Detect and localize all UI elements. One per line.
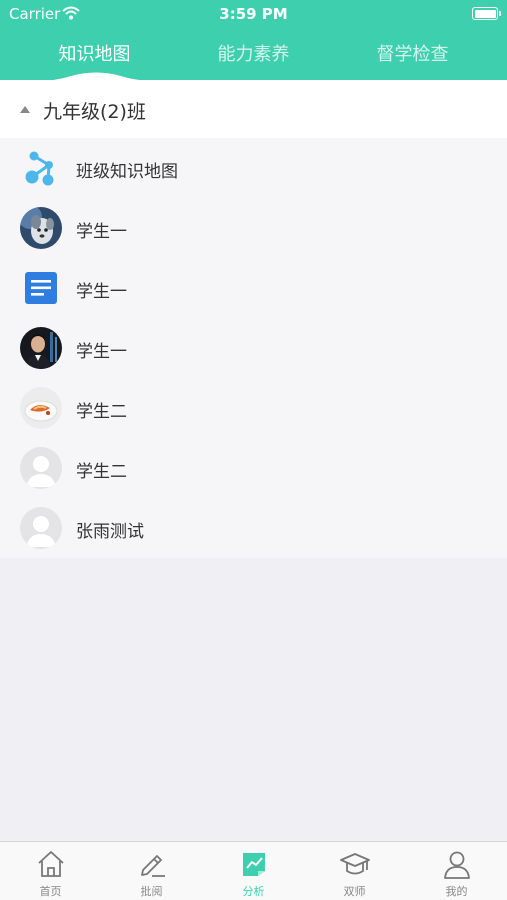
tab-knowledge-map[interactable]: 知识地图 — [10, 40, 179, 66]
list-item-label: 学生一 — [76, 222, 127, 242]
default-avatar — [20, 507, 62, 549]
list-item[interactable]: 学生一 — [0, 258, 507, 318]
nav-home[interactable]: 首页 — [0, 842, 101, 900]
list-item-label: 学生一 — [76, 282, 127, 302]
list-item-label: 学生二 — [76, 462, 127, 482]
list-item-label: 班级知识地图 — [76, 162, 178, 182]
nav-mine[interactable]: 我的 — [406, 842, 507, 900]
document-icon — [20, 267, 62, 309]
list-item-label: 学生二 — [76, 402, 127, 422]
header: Carrier 3:59 PM 知识地图 能力素养 督学检查 — [0, 0, 507, 81]
list-item-label: 学生一 — [76, 342, 127, 362]
nav-label: 首页 — [39, 885, 62, 898]
list-item-label: 张雨测试 — [76, 522, 144, 542]
list-item[interactable]: 学生一 — [0, 198, 507, 258]
tab-ability[interactable]: 能力素养 — [169, 40, 338, 66]
list-item[interactable]: 学生二 — [0, 378, 507, 438]
man-photo-avatar — [20, 327, 62, 369]
dog-photo-avatar — [20, 207, 62, 249]
nav-analysis[interactable]: 分析 — [203, 842, 304, 900]
nav-label: 分析 — [242, 885, 265, 898]
knowledge-map-icon — [20, 147, 62, 189]
class-title: 九年级(2)班 — [43, 101, 146, 123]
tab-inspection[interactable]: 督学检查 — [328, 40, 497, 66]
nav-review[interactable]: 批阅 — [101, 842, 202, 900]
bottom-nav: 首页 批阅 分析 双师 我的 — [0, 841, 507, 900]
list-item[interactable]: 张雨测试 — [0, 498, 507, 558]
food-photo-avatar — [20, 387, 62, 429]
analysis-chart-icon — [243, 853, 265, 876]
person-icon — [444, 851, 470, 879]
nav-label: 批阅 — [140, 885, 163, 898]
graduation-cap-icon — [340, 853, 370, 875]
list-item[interactable]: 学生一 — [0, 318, 507, 378]
class-section-header[interactable]: 九年级(2)班 — [0, 80, 507, 138]
clock: 3:59 PM — [219, 5, 288, 23]
status-bar: Carrier 3:59 PM — [0, 0, 507, 28]
nav-label: 双师 — [343, 885, 366, 898]
nav-label: 我的 — [445, 885, 468, 898]
nav-dual-teacher[interactable]: 双师 — [304, 842, 405, 900]
list-item[interactable]: 学生二 — [0, 438, 507, 498]
home-icon — [38, 851, 64, 877]
expand-triangle-icon — [20, 106, 30, 113]
default-avatar — [20, 447, 62, 489]
list-item[interactable]: 班级知识地图 — [0, 138, 507, 198]
student-list: 班级知识地图 学生一 学生一 学生一 学生二 学生二 张雨测试 — [0, 138, 507, 558]
battery-icon — [472, 7, 501, 20]
pen-icon — [141, 855, 165, 877]
